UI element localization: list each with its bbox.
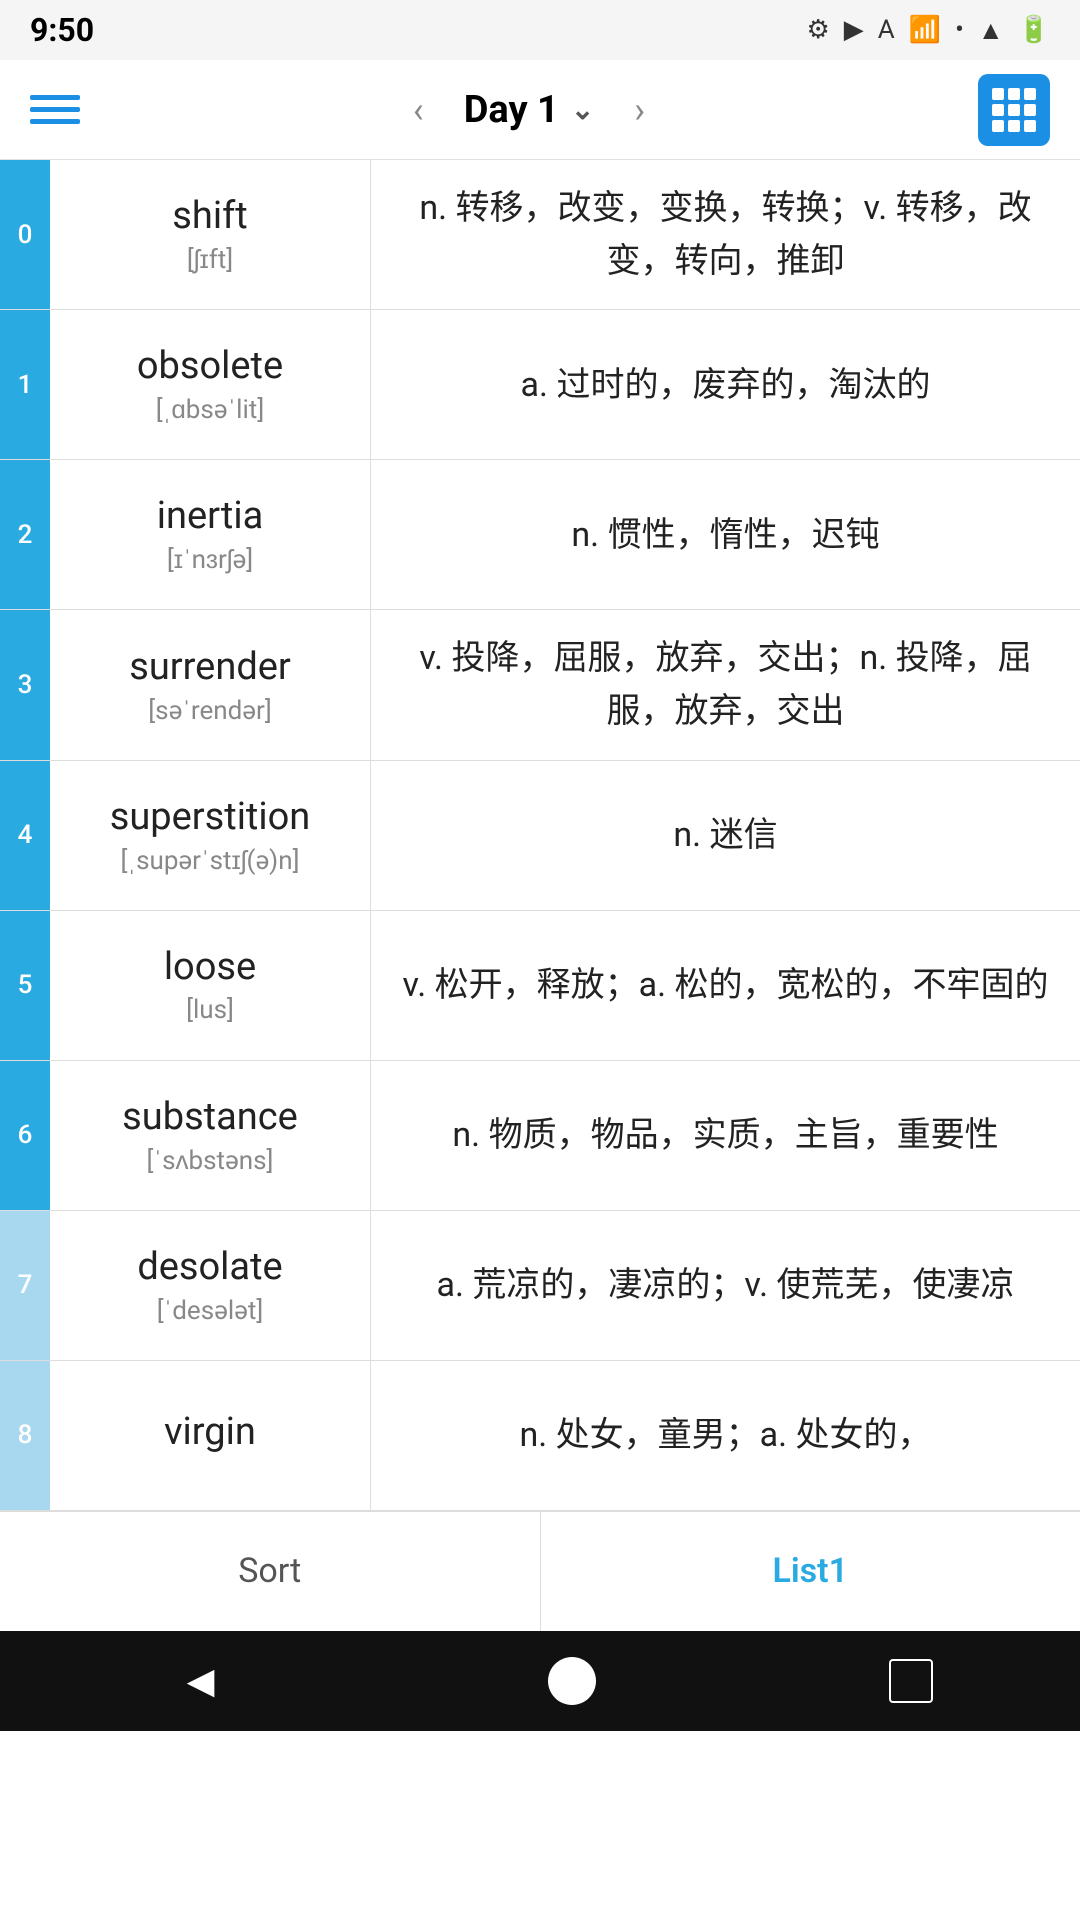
wifi-icon: 📶 bbox=[909, 15, 941, 45]
day-title[interactable]: Day 1 ⌄ bbox=[464, 88, 595, 132]
word-phonetic: [ˈdesələt] bbox=[157, 1295, 264, 1326]
word-index: 5 bbox=[0, 911, 50, 1060]
chevron-down-icon: ⌄ bbox=[571, 93, 594, 126]
word-english: superstition bbox=[110, 795, 311, 839]
word-phonetic: [lus] bbox=[186, 995, 234, 1025]
word-definition: n. 物质，物品，实质，主旨，重要性 bbox=[452, 1109, 998, 1162]
word-definition: v. 松开，释放；a. 松的，宽松的，不牢固的 bbox=[403, 959, 1049, 1012]
word-definition: a. 荒凉的，凄凉的；v. 使荒芜，使凄凉 bbox=[437, 1259, 1015, 1312]
word-left: obsolete [ˌɑbsəˈlit] bbox=[50, 310, 370, 459]
word-phonetic: [səˈrendər] bbox=[148, 695, 271, 726]
word-phonetic: [ˈsʌbstəns] bbox=[147, 1145, 274, 1176]
word-row[interactable]: 7 desolate [ˈdesələt] a. 荒凉的，凄凉的；v. 使荒芜，使凄凉 bbox=[0, 1211, 1080, 1361]
word-left: desolate [ˈdesələt] bbox=[50, 1211, 370, 1360]
status-time: 9:50 bbox=[30, 11, 94, 49]
word-definition: n. 处女，童男；a. 处女的， bbox=[519, 1409, 931, 1462]
word-index: 6 bbox=[0, 1061, 50, 1210]
word-right: n. 惯性，惰性，迟钝 bbox=[371, 460, 1080, 609]
app-header: ‹ Day 1 ⌄ › bbox=[0, 60, 1080, 160]
word-left: surrender [səˈrendər] bbox=[50, 610, 370, 759]
word-definition: n. 惯性，惰性，迟钝 bbox=[571, 509, 879, 562]
word-english: virgin bbox=[164, 1410, 256, 1454]
accessibility-icon: A bbox=[878, 15, 895, 45]
word-english: obsolete bbox=[137, 344, 283, 388]
word-row[interactable]: 3 surrender [səˈrendər] v. 投降，屈服，放弃，交出；n. 投… bbox=[0, 610, 1080, 760]
settings-icon: ⚙ bbox=[806, 15, 829, 45]
word-left: virgin bbox=[50, 1361, 370, 1510]
word-left: substance [ˈsʌbstəns] bbox=[50, 1061, 370, 1210]
back-nav-button[interactable]: ◀ bbox=[147, 1650, 255, 1712]
status-bar: 9:50 ⚙ ▶ A 📶 • ▲ 🔋 bbox=[0, 0, 1080, 60]
word-english: surrender bbox=[129, 645, 291, 689]
word-row[interactable]: 2 inertia [ɪˈnɜrʃə] n. 惯性，惰性，迟钝 bbox=[0, 460, 1080, 610]
word-row[interactable]: 6 substance [ˈsʌbstəns] n. 物质，物品，实质，主旨，重要性 bbox=[0, 1061, 1080, 1211]
word-right: n. 处女，童男；a. 处女的， bbox=[371, 1361, 1080, 1510]
word-row[interactable]: 0 shift [ʃɪft] n. 转移，改变，变换，转换；v. 转移，改变，转向，推… bbox=[0, 160, 1080, 310]
word-right: v. 松开，释放；a. 松的，宽松的，不牢固的 bbox=[371, 911, 1080, 1060]
word-right: n. 迷信 bbox=[371, 761, 1080, 910]
word-phonetic: [ɪˈnɜrʃə] bbox=[167, 544, 253, 575]
home-nav-button[interactable] bbox=[548, 1657, 596, 1705]
word-definition: v. 投降，屈服，放弃，交出；n. 投降，屈服，放弃，交出 bbox=[401, 632, 1050, 737]
word-phonetic: [ˌsupərˈstɪʃ(ə)n] bbox=[121, 845, 300, 876]
word-english: loose bbox=[164, 945, 256, 989]
word-left: inertia [ɪˈnɜrʃə] bbox=[50, 460, 370, 609]
nav-bar: ◀ bbox=[0, 1631, 1080, 1731]
word-right: a. 过时的，废弃的，淘汰的 bbox=[371, 310, 1080, 459]
word-left: superstition [ˌsupərˈstɪʃ(ə)n] bbox=[50, 761, 370, 910]
word-list: 0 shift [ʃɪft] n. 转移，改变，变换，转换；v. 转移，改变，转向，推… bbox=[0, 160, 1080, 1511]
word-left: loose [lus] bbox=[50, 911, 370, 1060]
prev-button[interactable]: ‹ bbox=[413, 89, 424, 131]
status-icons: ⚙ ▶ A 📶 • ▲ 🔋 bbox=[806, 15, 1050, 46]
word-english: desolate bbox=[137, 1245, 282, 1289]
header-nav: ‹ Day 1 ⌄ › bbox=[413, 88, 645, 132]
word-index: 3 bbox=[0, 610, 50, 759]
word-right: v. 投降，屈服，放弃，交出；n. 投降，屈服，放弃，交出 bbox=[371, 610, 1080, 759]
word-right: n. 转移，改变，变换，转换；v. 转移，改变，转向，推卸 bbox=[371, 160, 1080, 309]
word-english: substance bbox=[122, 1095, 298, 1139]
word-index: 2 bbox=[0, 460, 50, 609]
menu-button[interactable] bbox=[30, 95, 80, 124]
play-icon: ▶ bbox=[844, 15, 864, 45]
recent-apps-button[interactable] bbox=[889, 1659, 933, 1703]
grid-view-button[interactable] bbox=[978, 74, 1050, 146]
grid-icon bbox=[992, 88, 1036, 132]
next-button[interactable]: › bbox=[634, 89, 645, 131]
word-phonetic: [ʃɪft] bbox=[187, 244, 233, 275]
word-row[interactable]: 1 obsolete [ˌɑbsəˈlit] a. 过时的，废弃的，淘汰的 bbox=[0, 310, 1080, 460]
tab-list1[interactable]: List1 bbox=[541, 1512, 1080, 1631]
word-index: 7 bbox=[0, 1211, 50, 1360]
word-right: a. 荒凉的，凄凉的；v. 使荒芜，使凄凉 bbox=[371, 1211, 1080, 1360]
word-row[interactable]: 8 virgin n. 处女，童男；a. 处女的， bbox=[0, 1361, 1080, 1511]
word-definition: n. 迷信 bbox=[673, 809, 777, 862]
word-index: 0 bbox=[0, 160, 50, 309]
signal-icon: ▲ bbox=[978, 15, 1004, 46]
word-index: 8 bbox=[0, 1361, 50, 1510]
word-english: shift bbox=[172, 194, 247, 238]
dot-icon: • bbox=[955, 15, 964, 45]
word-left: shift [ʃɪft] bbox=[50, 160, 370, 309]
word-right: n. 物质，物品，实质，主旨，重要性 bbox=[371, 1061, 1080, 1210]
word-index: 1 bbox=[0, 310, 50, 459]
battery-icon: 🔋 bbox=[1018, 15, 1050, 45]
word-index: 4 bbox=[0, 761, 50, 910]
word-definition: n. 转移，改变，变换，转换；v. 转移，改变，转向，推卸 bbox=[401, 182, 1050, 287]
word-english: inertia bbox=[157, 494, 264, 538]
bottom-tab-bar: SortList1 bbox=[0, 1511, 1080, 1631]
tab-sort[interactable]: Sort bbox=[0, 1512, 540, 1631]
word-definition: a. 过时的，废弃的，淘汰的 bbox=[521, 359, 931, 412]
word-row[interactable]: 5 loose [lus] v. 松开，释放；a. 松的，宽松的，不牢固的 bbox=[0, 911, 1080, 1061]
word-phonetic: [ˌɑbsəˈlit] bbox=[156, 394, 264, 425]
word-row[interactable]: 4 superstition [ˌsupərˈstɪʃ(ə)n] n. 迷信 bbox=[0, 761, 1080, 911]
